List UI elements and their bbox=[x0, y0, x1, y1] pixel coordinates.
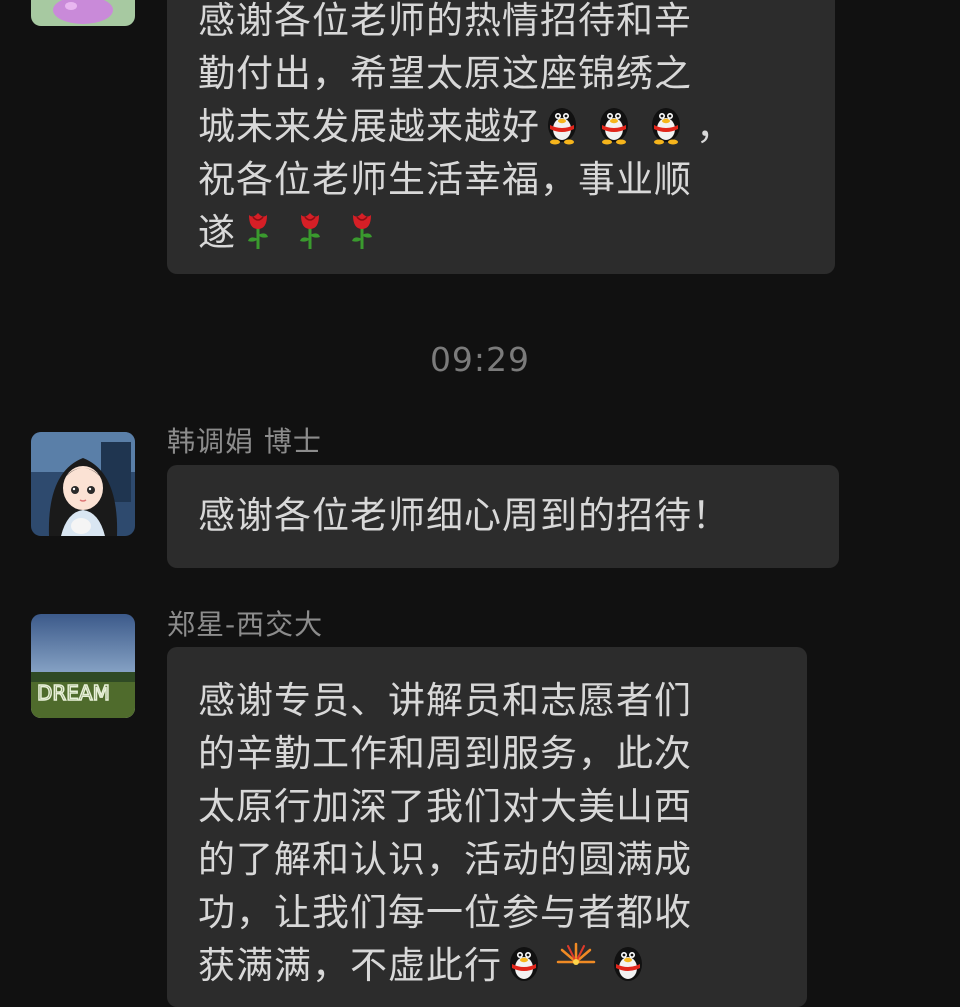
firework-emoji-icon bbox=[554, 940, 598, 984]
message-line: 感谢各位老师的热情招待和辛 bbox=[198, 0, 692, 42]
message-line: 城未来发展越来越好 ， bbox=[198, 100, 805, 153]
anime-girl-avatar-icon[interactable] bbox=[31, 432, 135, 536]
message-bubble[interactable]: 感谢各位老师细心周到的招待！ bbox=[167, 465, 839, 568]
message-line: 获满满，不虚此行 bbox=[198, 939, 777, 992]
penguin-emoji-icon bbox=[540, 101, 584, 145]
message-text: 城未来发展越来越好 bbox=[198, 105, 540, 148]
penguin-emoji-icon bbox=[644, 101, 688, 145]
message-line: 勤付出，希望太原这座锦绣之 bbox=[198, 52, 692, 95]
dream-landscape-avatar-icon[interactable]: DREAM bbox=[31, 614, 135, 718]
message-text: ， bbox=[696, 105, 734, 148]
message-bubble[interactable]: 感谢各位老师的热情招待和辛 勤付出，希望太原这座锦绣之 城未来发展越来越好 ， 祝… bbox=[167, 0, 835, 274]
message-line: 感谢专员、讲解员和志愿者们 bbox=[198, 679, 692, 722]
penguin-emoji-icon bbox=[502, 940, 546, 984]
message-line: 感谢各位老师细心周到的招待！ bbox=[198, 494, 730, 537]
rose-emoji-icon bbox=[288, 207, 332, 251]
message-line: 太原行加深了我们对大美山西 bbox=[198, 785, 692, 828]
penguin-emoji-icon bbox=[592, 101, 636, 145]
timestamp: 09:29 bbox=[429, 340, 531, 379]
pink-cartoon-avatar-icon[interactable] bbox=[31, 0, 135, 26]
message-line: 的辛勤工作和周到服务，此次 bbox=[198, 732, 692, 775]
sender-name: 郑星-西交大 bbox=[167, 608, 324, 641]
sender-name: 韩调娟 博士 bbox=[167, 425, 322, 458]
message-line: 遂 bbox=[198, 206, 805, 259]
message-line: 祝各位老师生活幸福，事业顺 bbox=[198, 158, 692, 201]
svg-text:DREAM: DREAM bbox=[37, 681, 110, 705]
message-line: 的了解和认识，活动的圆满成 bbox=[198, 838, 692, 881]
penguin-emoji-icon bbox=[606, 940, 650, 984]
message-text: 获满满，不虚此行 bbox=[198, 944, 502, 987]
rose-emoji-icon bbox=[236, 207, 280, 251]
message-bubble[interactable]: 感谢专员、讲解员和志愿者们 的辛勤工作和周到服务，此次 太原行加深了我们对大美山… bbox=[167, 647, 807, 1007]
message-line: 功，让我们每一位参与者都收 bbox=[198, 891, 692, 934]
rose-emoji-icon bbox=[340, 207, 384, 251]
message-text: 遂 bbox=[198, 211, 236, 254]
